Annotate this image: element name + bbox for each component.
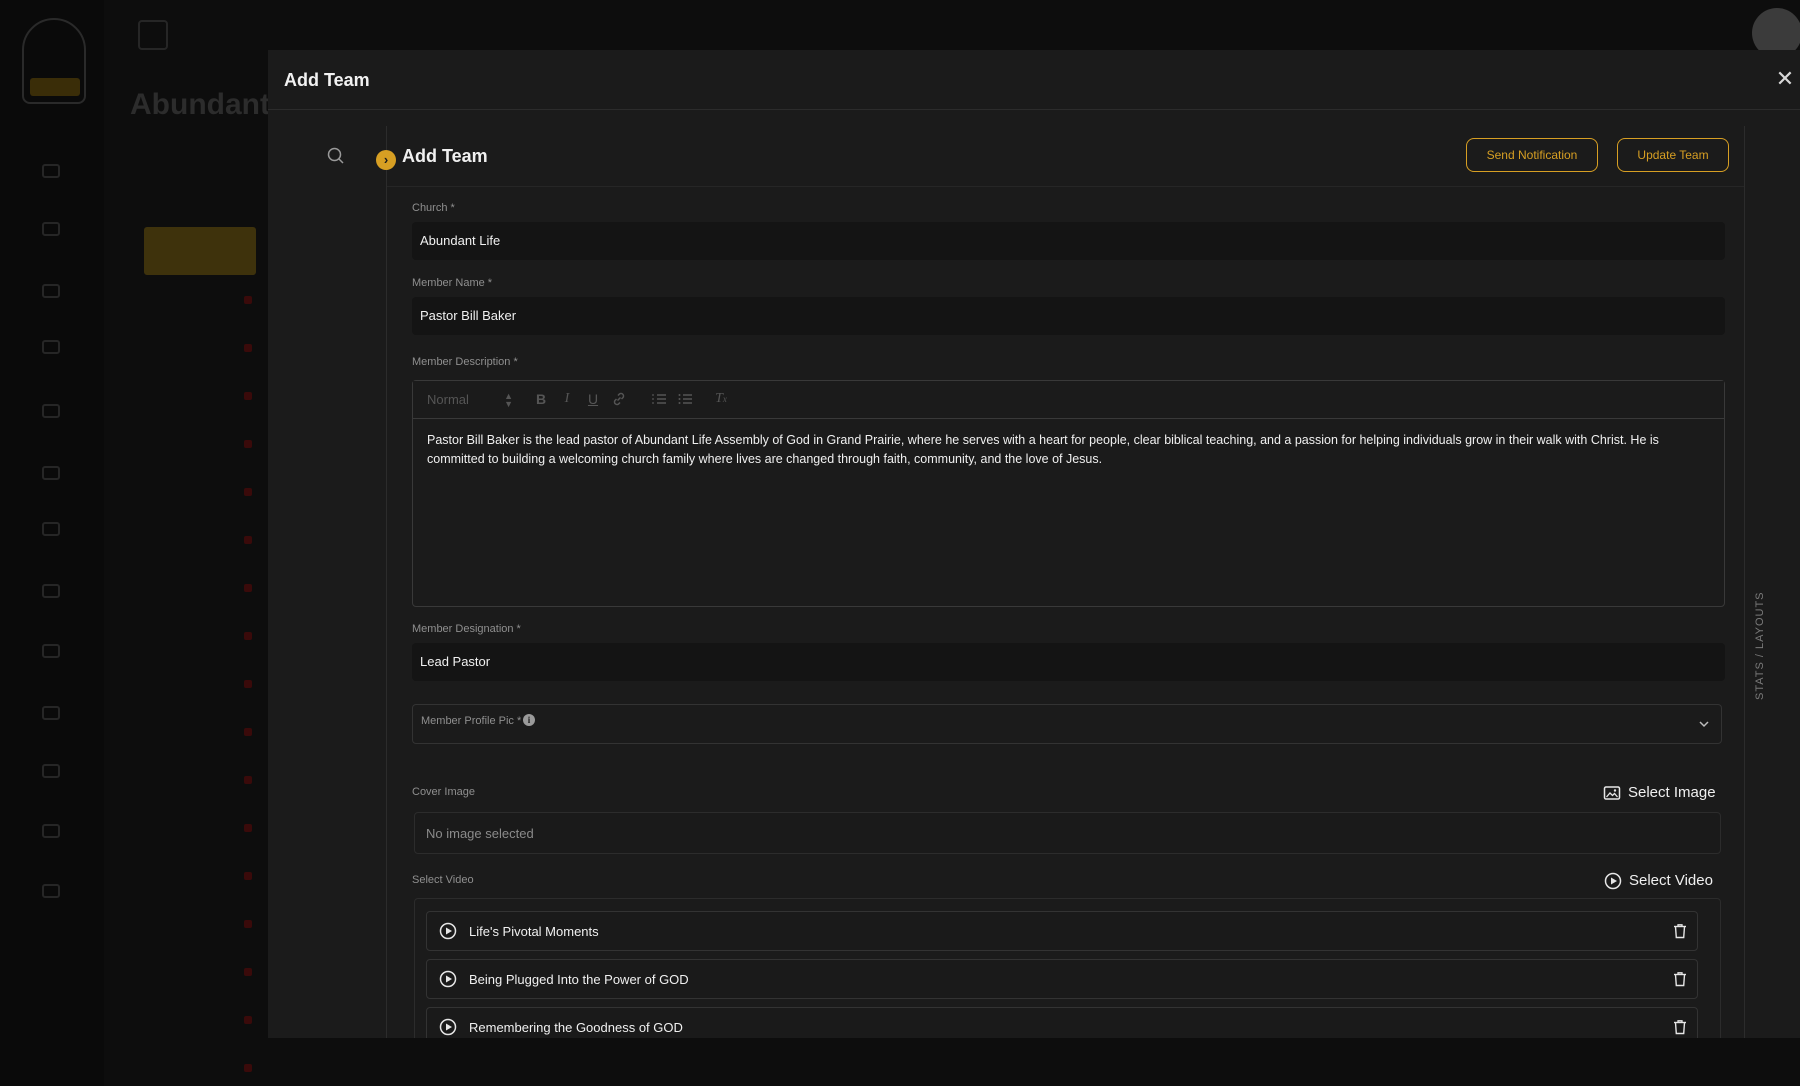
background-row-marker <box>244 488 252 496</box>
list-item[interactable]: Life's Pivotal Moments <box>426 911 1698 951</box>
member-description-editor: Normal ▲ ▼ B I U Tx Pastor Bill Baker is … <box>412 380 1725 607</box>
member-designation-field[interactable]: Lead Pastor <box>412 643 1725 681</box>
church-field[interactable]: Abundant Life <box>412 222 1725 260</box>
nav-icon <box>42 644 60 658</box>
background-row-marker <box>244 584 252 592</box>
clear-format-icon[interactable]: Tx <box>713 391 729 407</box>
background-toolbar-icon <box>138 20 168 50</box>
play-circle-icon[interactable] <box>439 970 457 988</box>
background-row-marker <box>244 824 252 832</box>
chevron-right-icon[interactable]: › <box>376 150 396 170</box>
select-video-text: Select Video <box>1629 872 1713 889</box>
video-title: Life's Pivotal Moments <box>469 924 599 939</box>
trash-icon[interactable] <box>1673 923 1687 939</box>
cover-image-label: Cover Image <box>412 786 475 798</box>
member-profile-pic-dropdown[interactable]: Member Profile Pic * i <box>412 704 1722 744</box>
member-designation-label: Member Designation * <box>412 623 521 635</box>
member-description-label: Member Description * <box>412 356 518 368</box>
background-row-marker <box>244 440 252 448</box>
panel-divider <box>386 126 387 1038</box>
stats-layouts-tab[interactable]: STATS / LAYOUTS <box>1754 590 1766 700</box>
cover-image-placeholder: No image selected <box>426 826 534 841</box>
format-select[interactable]: Normal ▲ ▼ <box>427 391 517 409</box>
modal-title: Add Team <box>284 70 370 90</box>
ordered-list-icon[interactable] <box>651 391 667 407</box>
modal-header: Add Team ✕ <box>268 50 1800 110</box>
background-row-marker <box>244 776 252 784</box>
background-row-marker <box>244 872 252 880</box>
italic-icon[interactable]: I <box>559 391 575 407</box>
background-row-marker <box>244 1016 252 1024</box>
section-divider <box>387 186 1744 187</box>
nav-icon <box>42 222 60 236</box>
add-team-modal: Add Team ✕ STATS / LAYOUTS › Add Team Se… <box>268 50 1800 1038</box>
background-sidebar <box>0 0 104 1086</box>
play-circle-icon <box>1604 872 1622 890</box>
send-notification-button[interactable]: Send Notification <box>1466 138 1598 172</box>
member-description-text[interactable]: Pastor Bill Baker is the lead pastor of … <box>427 431 1713 469</box>
play-circle-icon[interactable] <box>439 922 457 940</box>
church-label: Church * <box>412 202 455 214</box>
member-name-label: Member Name * <box>412 277 493 289</box>
list-item[interactable]: Remembering the Goodness of GOD <box>426 1007 1698 1038</box>
panel-divider <box>1744 126 1745 1038</box>
search-icon[interactable] <box>326 146 346 166</box>
nav-icon <box>42 466 60 480</box>
nav-icon <box>42 284 60 298</box>
section-title: Add Team <box>402 146 488 166</box>
underline-icon[interactable]: U <box>585 391 601 407</box>
background-row-marker <box>244 920 252 928</box>
nav-icon <box>42 522 60 536</box>
nav-icon <box>42 824 60 838</box>
app-logo <box>22 18 86 104</box>
trash-icon[interactable] <box>1673 1019 1687 1035</box>
background-row-marker <box>244 632 252 640</box>
trash-icon[interactable] <box>1673 971 1687 987</box>
member-name-value: Pastor Bill Baker <box>420 308 517 323</box>
nav-icon <box>42 164 60 178</box>
select-image-button[interactable]: Select Image <box>1603 784 1723 804</box>
video-list: Life's Pivotal Moments Being Plugged Int… <box>414 898 1721 1038</box>
nav-icon <box>42 584 60 598</box>
nav-icon <box>42 340 60 354</box>
select-arrows-icon: ▲ ▼ <box>504 391 513 409</box>
nav-icon <box>42 706 60 720</box>
format-select-value: Normal <box>427 392 469 407</box>
background-highlight-row <box>144 227 256 275</box>
background-row-marker <box>244 1064 252 1072</box>
member-name-field[interactable]: Pastor Bill Baker <box>412 297 1725 335</box>
member-profile-pic-label: Member Profile Pic * <box>421 715 522 727</box>
nav-icon <box>42 764 60 778</box>
member-designation-value: Lead Pastor <box>420 654 491 669</box>
update-team-button[interactable]: Update Team <box>1617 138 1729 172</box>
editor-toolbar: Normal ▲ ▼ B I U Tx <box>413 381 1724 419</box>
select-image-label: Select Image <box>1628 784 1716 801</box>
background-row-marker <box>244 968 252 976</box>
image-icon <box>1603 784 1621 802</box>
cover-image-field[interactable]: No image selected <box>414 812 1721 854</box>
background-row-marker <box>244 536 252 544</box>
video-title: Being Plugged Into the Power of GOD <box>469 972 689 987</box>
close-icon[interactable]: ✕ <box>1774 68 1796 90</box>
background-row-marker <box>244 296 252 304</box>
background-row-marker <box>244 680 252 688</box>
nav-icon <box>42 884 60 898</box>
list-item[interactable]: Being Plugged Into the Power of GOD <box>426 959 1698 999</box>
play-circle-icon[interactable] <box>439 1018 457 1036</box>
nav-icon <box>42 404 60 418</box>
select-video-button[interactable]: Select Video <box>1604 872 1724 892</box>
church-value: Abundant Life <box>420 233 501 248</box>
select-video-label: Select Video <box>412 874 474 886</box>
info-icon[interactable]: i <box>523 714 535 726</box>
link-icon[interactable] <box>611 391 627 407</box>
chevron-down-icon[interactable] <box>1697 717 1711 731</box>
background-row-marker <box>244 392 252 400</box>
bold-icon[interactable]: B <box>533 391 549 407</box>
bullet-list-icon[interactable] <box>677 391 693 407</box>
background-row-marker <box>244 728 252 736</box>
background-row-marker <box>244 344 252 352</box>
video-title: Remembering the Goodness of GOD <box>469 1020 683 1035</box>
